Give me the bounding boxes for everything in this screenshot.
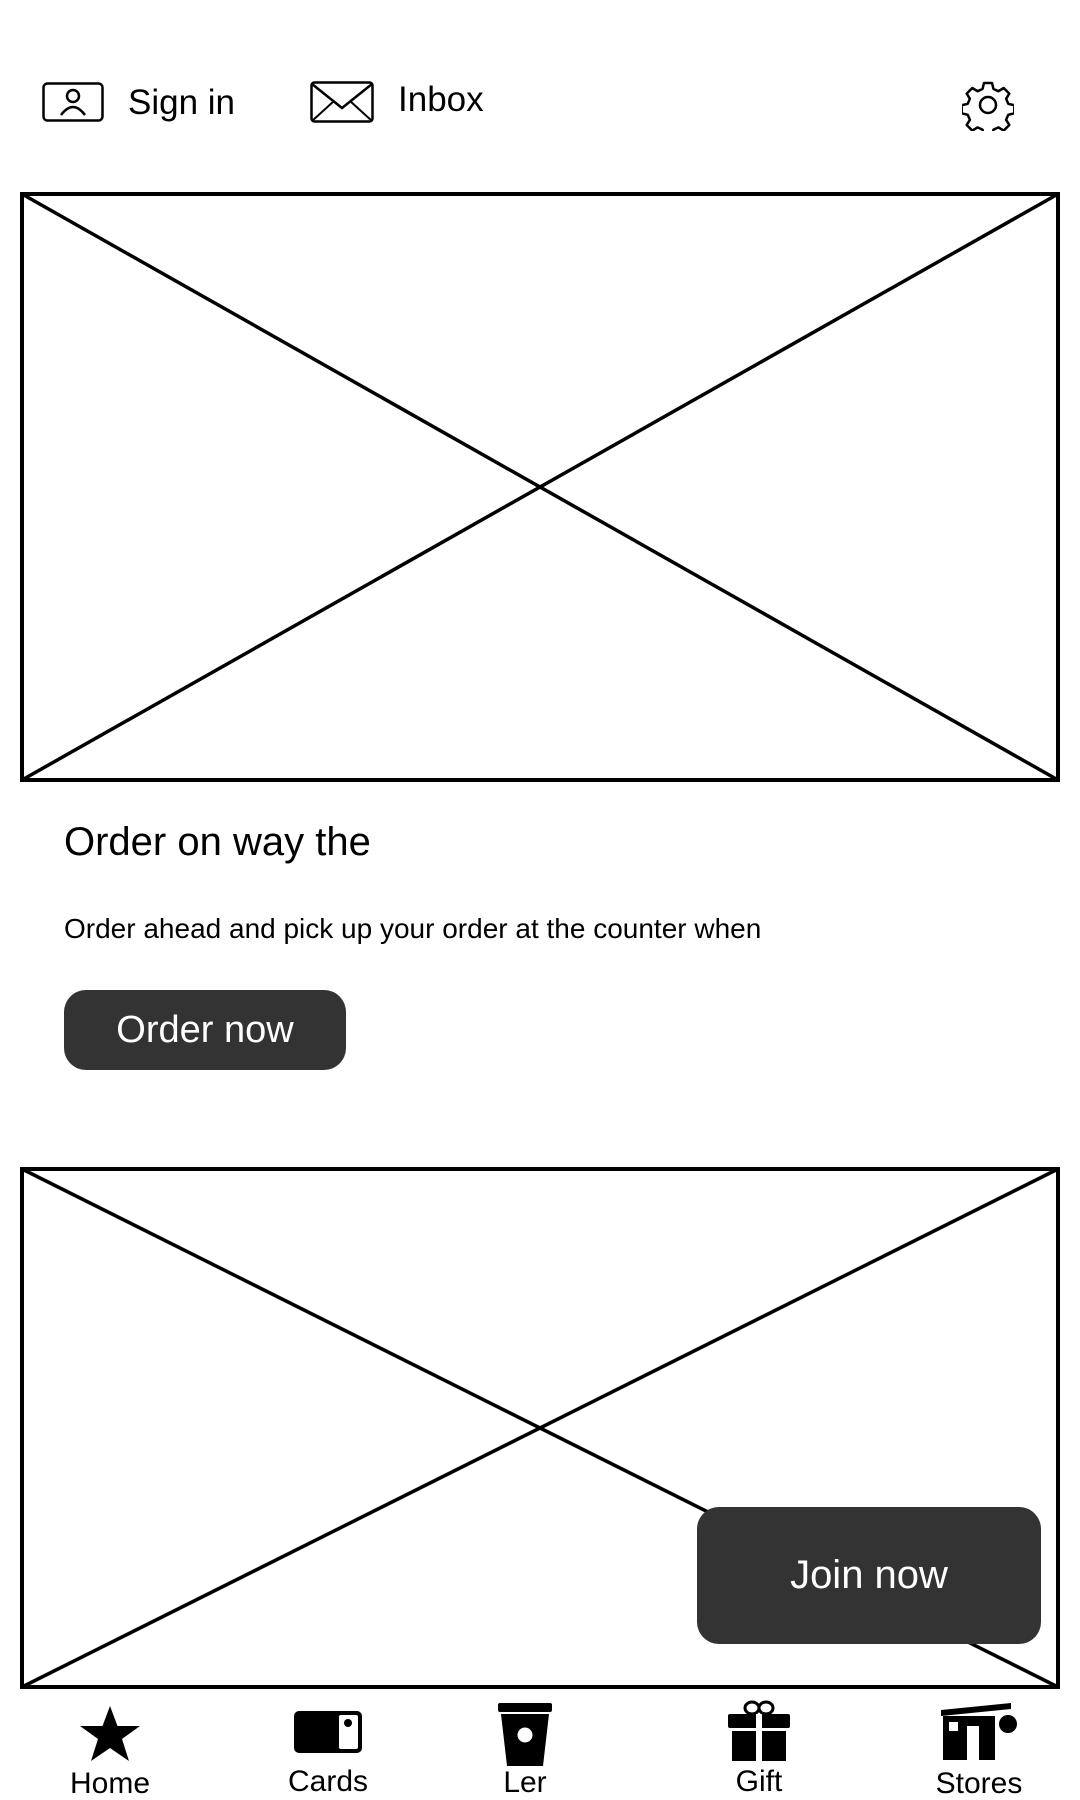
order-now-button[interactable]: Order now <box>64 990 346 1070</box>
gift-icon <box>727 1700 791 1767</box>
store-icon <box>939 1702 1019 1765</box>
settings-button[interactable] <box>960 79 1016 137</box>
inbox-label: Inbox <box>398 79 484 119</box>
gear-icon <box>960 81 1016 137</box>
nav-label-gift: Gift <box>735 1765 783 1798</box>
nav-item-stores[interactable]: Stores <box>899 1690 1059 1800</box>
envelope-icon <box>310 81 374 123</box>
sign-in-button[interactable]: Sign in <box>42 80 235 124</box>
nav-label-cards: Cards <box>287 1765 369 1798</box>
nav-label-ler: Ler <box>503 1766 547 1799</box>
join-now-button[interactable]: Join now <box>697 1507 1041 1644</box>
cup-icon <box>497 1702 553 1773</box>
nav-item-gift[interactable]: Gift <box>679 1690 839 1800</box>
hero-image-placeholder <box>20 192 1060 782</box>
nav-item-home[interactable]: Home <box>30 1690 190 1800</box>
nav-item-cards[interactable]: Cards <box>248 1690 408 1800</box>
star-icon <box>79 1706 141 1767</box>
sign-in-label: Sign in <box>128 82 236 122</box>
promo-title: Order on way the <box>64 820 371 864</box>
user-card-icon <box>42 82 104 122</box>
nav-label-stores: Stores <box>935 1767 1023 1800</box>
promo-description: Order ahead and pick up your order at th… <box>64 913 762 944</box>
inbox-button[interactable]: Inbox <box>310 80 484 124</box>
nav-label-home: Home <box>69 1767 151 1800</box>
nav-item-ler[interactable]: Ler <box>445 1690 605 1800</box>
card-icon <box>293 1710 363 1759</box>
